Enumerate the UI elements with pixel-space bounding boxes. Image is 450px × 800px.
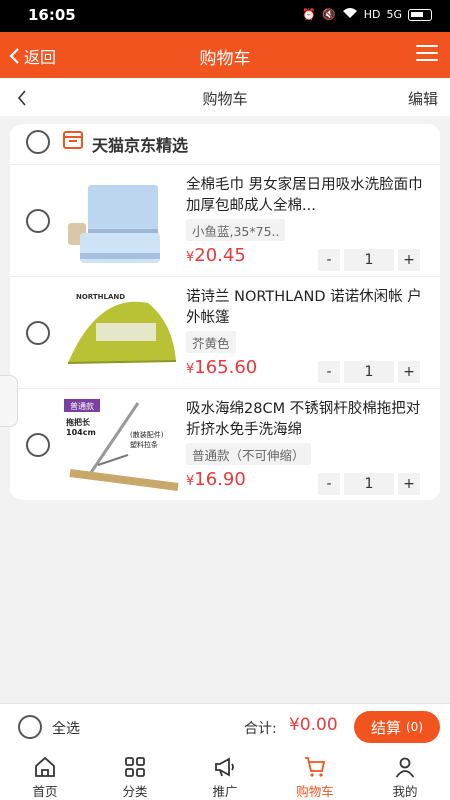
item-sku[interactable]: 小鱼蓝,35*75..: [186, 219, 286, 241]
item-price: ¥20.45: [186, 245, 246, 266]
mop-length-label: 拖把长: [66, 417, 91, 427]
select-all-label[interactable]: 全选: [52, 718, 80, 738]
item-title[interactable]: 吸水海绵28CM 不锈钢杆胶棉拖把对折挤水免手洗海绵: [186, 399, 424, 441]
tab-category[interactable]: 分类: [90, 749, 180, 800]
subheader-title: 购物车: [202, 90, 248, 108]
checkout-label: 结算: [370, 718, 401, 737]
grid-icon: [125, 757, 145, 777]
item-sku[interactable]: 芥黄色: [186, 331, 236, 353]
shop-icon: [63, 131, 83, 149]
edit-button[interactable]: 编辑: [408, 88, 438, 109]
user-icon: [395, 757, 415, 778]
total-label: 合计:: [244, 721, 277, 737]
wifi-icon: [342, 7, 358, 22]
mop-note2: 塑料拉条: [130, 440, 158, 449]
quantity-value[interactable]: 1: [344, 361, 394, 383]
increment-button[interactable]: +: [398, 361, 420, 383]
quantity-stepper: - 1 +: [318, 361, 422, 383]
status-time: 16:05: [28, 6, 76, 24]
status-bar: 16:05 ⏰ 🔇 HD 5G: [0, 0, 450, 32]
side-drawer-handle[interactable]: [0, 375, 18, 427]
alarm-icon: ⏰: [302, 8, 317, 21]
store-select-checkbox[interactable]: [26, 130, 50, 154]
cart-subheader: 购物车 编辑: [0, 78, 450, 116]
tab-label: 我的: [392, 784, 418, 799]
mop-note: (散装配件): [130, 430, 164, 439]
decrement-button[interactable]: -: [318, 473, 340, 495]
tab-label: 首页: [32, 784, 58, 799]
battery-icon: [408, 8, 432, 21]
item-price: ¥16.90: [186, 469, 246, 490]
decrement-button[interactable]: -: [318, 361, 340, 383]
tab-home[interactable]: 首页: [0, 749, 90, 800]
quantity-value[interactable]: 1: [344, 473, 394, 495]
increment-button[interactable]: +: [398, 249, 420, 271]
tab-cart[interactable]: 购物车: [270, 749, 360, 800]
hd-indicator: HD: [363, 8, 381, 21]
mop-badge-text: 普通款: [70, 401, 94, 411]
tab-promote[interactable]: 推广: [180, 749, 270, 800]
product-image-towel[interactable]: [58, 171, 186, 271]
cart-icon: [305, 757, 326, 777]
item-price: ¥165.60: [186, 357, 257, 378]
item-sku[interactable]: 普通款（不可伸缩）: [186, 443, 311, 465]
page-title: 购物车: [199, 49, 251, 69]
item-select-checkbox[interactable]: [26, 321, 50, 345]
home-icon: [35, 756, 55, 777]
item-title[interactable]: 全棉毛巾 男女家居日用吸水洗脸面巾加厚包邮成人全棉...: [186, 175, 424, 217]
cart-item: NORTHLAND 诺诗兰 NORTHLAND 诺诺休闲帐 户外帐篷 芥黄色 ¥…: [10, 276, 440, 388]
store-name: 天猫京东精选: [92, 136, 189, 155]
cart-item: 普通款 拖把长 104cm (散装配件) 塑料拉条 吸水海绵28CM 不锈钢杆胶…: [10, 388, 440, 500]
item-title[interactable]: 诺诗兰 NORTHLAND 诺诺休闲帐 户外帐篷: [186, 287, 424, 329]
select-all-checkbox[interactable]: [18, 715, 42, 739]
brand-logo-text: NORTHLAND: [76, 293, 125, 301]
item-select-checkbox[interactable]: [26, 209, 50, 233]
quantity-stepper: - 1 +: [318, 473, 422, 495]
signal-indicator: 5G: [386, 8, 402, 21]
tab-label: 分类: [122, 784, 148, 799]
checkout-button[interactable]: 结算 (0): [354, 711, 440, 743]
store-header: 天猫京东精选: [10, 124, 440, 160]
quantity-stepper: - 1 +: [318, 249, 422, 271]
increment-button[interactable]: +: [398, 473, 420, 495]
item-select-checkbox[interactable]: [26, 433, 50, 457]
tab-label: 推广: [212, 784, 238, 799]
decrement-button[interactable]: -: [318, 249, 340, 271]
mute-icon: 🔇: [322, 8, 336, 21]
quantity-value[interactable]: 1: [344, 249, 394, 271]
price-value: 165.60: [194, 357, 258, 378]
mop-length-value: 104cm: [66, 428, 96, 437]
cart-item: 全棉毛巾 男女家居日用吸水洗脸面巾加厚包邮成人全棉... 小鱼蓝,35*75..…: [10, 164, 440, 276]
total-amount: ¥0.00: [289, 715, 338, 735]
bottom-tab-bar: 首页 分类 推广 购物车 我的: [0, 749, 450, 800]
tab-profile[interactable]: 我的: [360, 749, 450, 800]
checkout-bar: 全选 合计: ¥0.00 结算 (0): [0, 703, 450, 749]
checkout-count: (0): [406, 720, 423, 734]
product-image-tent[interactable]: NORTHLAND: [58, 283, 186, 383]
tab-label: 购物车: [296, 784, 334, 799]
app-header: 返回 购物车: [0, 32, 450, 78]
price-value: 20.45: [194, 245, 246, 266]
status-icons: ⏰ 🔇 HD 5G: [302, 7, 432, 22]
hamburger-icon[interactable]: [416, 45, 438, 63]
cart-store-card: 天猫京东精选 全棉毛巾 男女家居日用吸水洗脸面巾加厚包邮成人全棉... 小鱼蓝,…: [10, 124, 440, 500]
price-value: 16.90: [194, 469, 246, 490]
product-image-mop[interactable]: 普通款 拖把长 104cm (散装配件) 塑料拉条: [58, 395, 186, 495]
megaphone-icon: [215, 757, 234, 777]
